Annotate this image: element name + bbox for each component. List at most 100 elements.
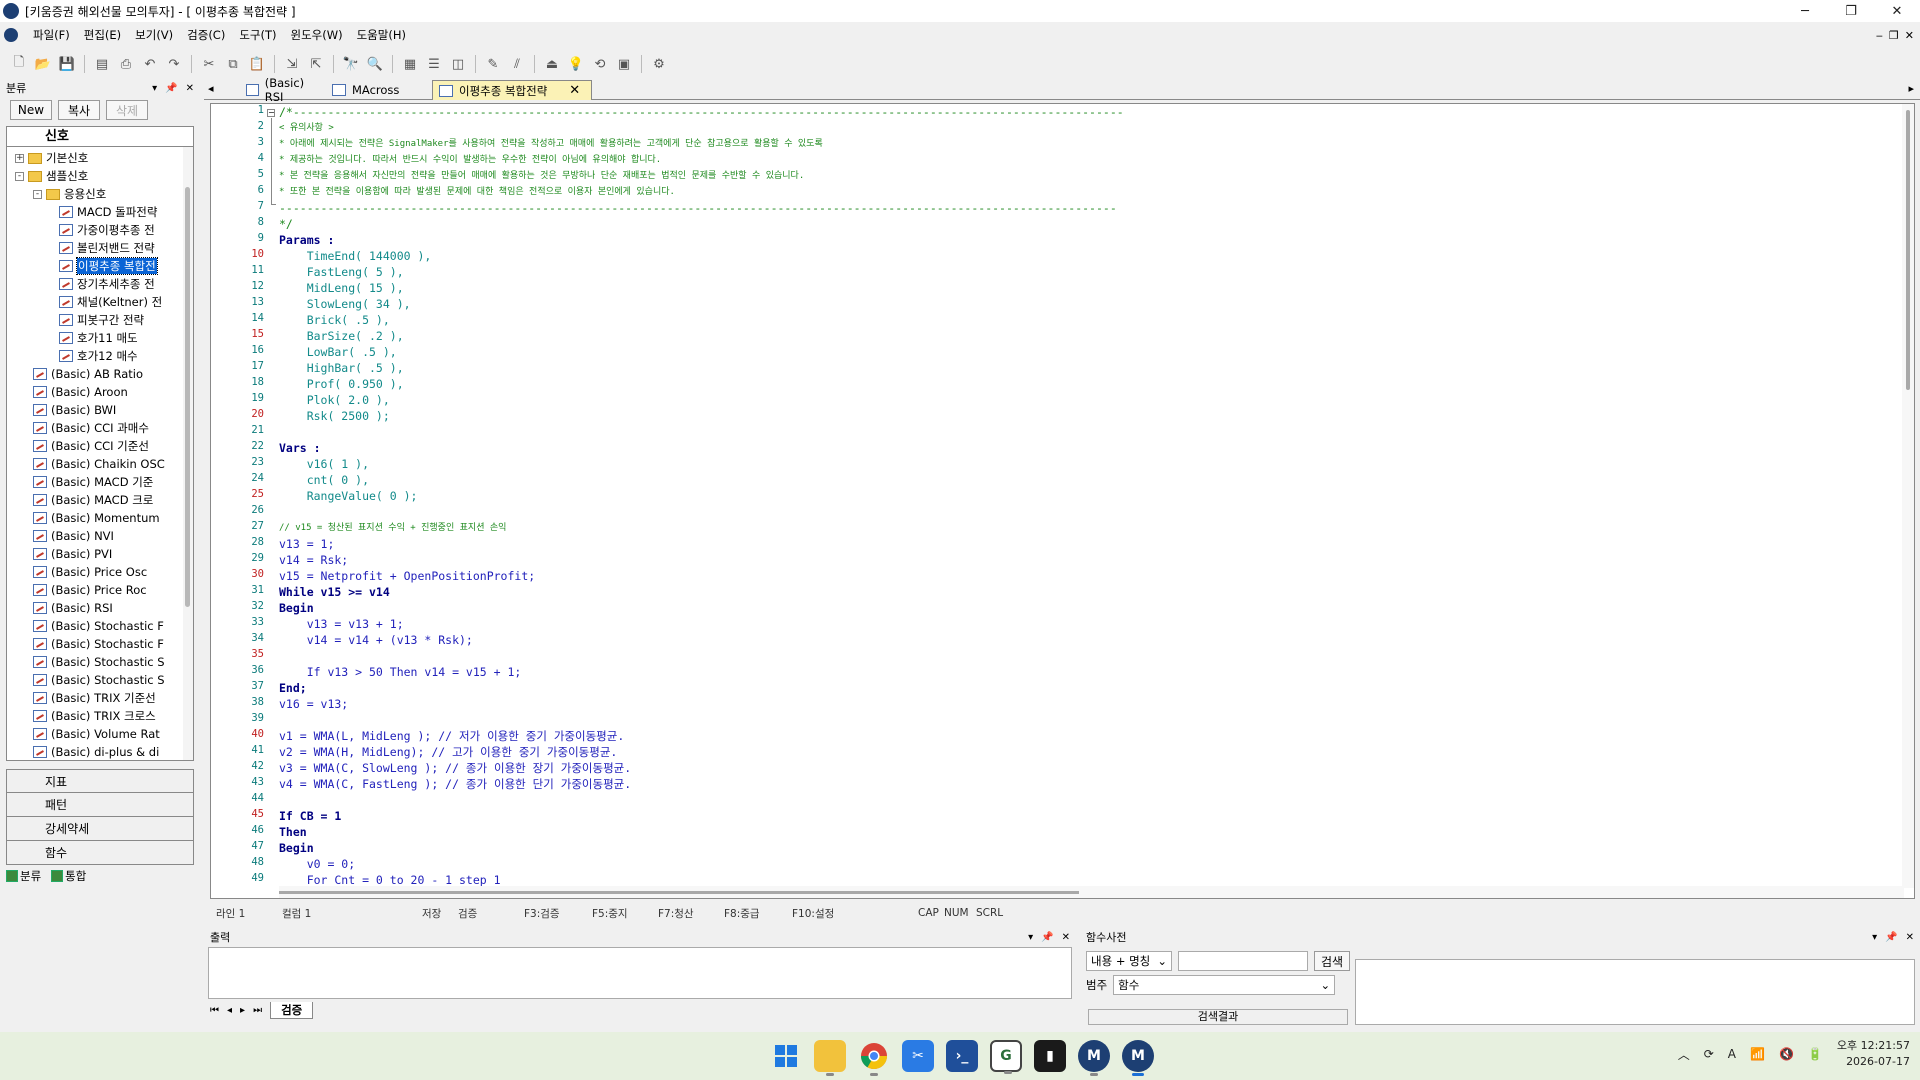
app-menu-icon[interactable] (4, 28, 18, 42)
code-line[interactable]: MidLeng( 15 ), (279, 280, 404, 296)
code-line[interactable]: v13 = v13 + 1; (279, 616, 404, 632)
tree-item[interactable]: 호가11 매도 (59, 329, 138, 347)
copy-button[interactable]: 복사 (58, 100, 100, 120)
tree-item[interactable]: (Basic) CCI 기준선 (33, 437, 149, 455)
print-preview-icon[interactable]: ▤ (91, 53, 113, 75)
panel-close-icon[interactable]: ✕ (186, 83, 194, 94)
code-line[interactable]: v13 = 1; (279, 536, 334, 552)
tree-item[interactable]: (Basic) di-plus & di (33, 743, 159, 760)
code-line[interactable]: Begin (279, 840, 314, 856)
export-icon[interactable]: ⇱ (305, 53, 327, 75)
panel-dropdown-icon[interactable]: ▾ (152, 83, 157, 94)
edit-pencil-icon[interactable]: ✎ (482, 53, 504, 75)
next-page-icon[interactable]: ▸ (240, 1005, 245, 1016)
category-bull-bear[interactable]: 강세약세 (6, 817, 194, 841)
funcdict-dropdown-icon[interactable]: ▾ (1872, 932, 1877, 943)
code-line[interactable]: SlowLeng( 34 ), (279, 296, 411, 312)
save-icon[interactable]: 💾 (56, 53, 78, 75)
code-line[interactable]: FastLeng( 5 ), (279, 264, 404, 280)
output-tab-verify[interactable]: 검증 (270, 1001, 314, 1019)
signal-section-header[interactable]: 신호 (6, 126, 194, 146)
code-line[interactable]: * 아래에 제시되는 전략은 SignalMaker를 사용하여 전략을 작성하… (279, 136, 823, 152)
funcdict-close-icon[interactable]: ✕ (1906, 932, 1914, 943)
mdi-restore-icon[interactable]: ❐ (1889, 29, 1899, 42)
tree-item[interactable]: 가중이평추종 전 (59, 221, 155, 239)
code-line[interactable]: v14 = Rsk; (279, 552, 348, 568)
import-icon[interactable]: ⇲ (281, 53, 303, 75)
panel-pin-icon[interactable]: 📌 (165, 83, 177, 94)
signalmaker-app-icon[interactable]: M (1122, 1040, 1154, 1076)
tree-item[interactable]: (Basic) Stochastic F (33, 617, 164, 635)
tree-item[interactable]: 이평추종 복합전 (59, 257, 158, 275)
tree-item[interactable]: (Basic) Stochastic S (33, 671, 165, 689)
tree-item[interactable]: (Basic) Chaikin OSC (33, 455, 165, 473)
output-text-area[interactable] (208, 947, 1072, 999)
code-line[interactable]: v15 = Netprofit + OpenPositionProfit; (279, 568, 535, 584)
tree-item[interactable]: (Basic) MACD 기준 (33, 473, 153, 491)
code-line[interactable]: v0 = 0; (279, 856, 355, 872)
code-line[interactable]: Plok( 2.0 ), (279, 392, 390, 408)
code-line[interactable]: Prof( 0.950 ), (279, 376, 404, 392)
sync-tray-icon[interactable]: ⟳ (1704, 1047, 1714, 1061)
code-line[interactable]: v4 = WMA(C, FastLeng ); // 종가 이용한 단기 가중이… (279, 776, 631, 792)
menu-tools[interactable]: 도구(T) (232, 27, 283, 43)
code-line[interactable]: // v15 = 청산된 표지션 수익 + 진행중인 표지션 손익 (279, 520, 506, 536)
window-split-icon[interactable]: ◫ (447, 53, 469, 75)
tray-overflow-icon[interactable]: ︿ (1678, 1046, 1690, 1063)
code-line[interactable]: Rsk( 2500 ); (279, 408, 390, 424)
function-search-input[interactable] (1178, 951, 1308, 971)
first-page-icon[interactable]: ⏮ (210, 1005, 219, 1016)
volume-icon[interactable]: 🔇 (1779, 1047, 1794, 1061)
g-app-icon[interactable]: G (990, 1040, 1022, 1074)
new-button[interactable]: New (10, 100, 52, 120)
tab-basic-rsi[interactable]: (Basic) RSI (240, 76, 320, 104)
start-windows-icon[interactable] (770, 1040, 802, 1072)
code-line[interactable]: */ (279, 216, 293, 232)
menu-verify[interactable]: 검증(C) (180, 27, 232, 43)
category-select[interactable]: 함수 ⌄ (1113, 975, 1336, 995)
tree-item[interactable]: 장기추세추종 전 (59, 275, 155, 293)
ime-language-indicator[interactable]: A (1728, 1047, 1736, 1061)
clock[interactable]: 오후 12:21:57 2026-07-17 (1837, 1038, 1910, 1070)
menu-edit[interactable]: 편집(E) (77, 27, 128, 43)
tree-item[interactable]: (Basic) TRIX 기준선 (33, 689, 156, 707)
snipping-tool-icon[interactable]: ✂ (902, 1040, 934, 1072)
file-explorer-icon[interactable] (814, 1040, 846, 1076)
tree-item[interactable]: (Basic) PVI (33, 545, 112, 563)
code-editor[interactable]: 1 2 3 4 5 6 7 8 9 10 11 12 13 14 15 16 17 18 19 20 21 22 23 24 2… (210, 103, 1915, 899)
code-line[interactable]: v16 = v13; (279, 696, 348, 712)
compile-icon[interactable]: ⏏ (541, 53, 563, 75)
collapse-icon[interactable]: - (33, 189, 42, 199)
editor-horizontal-scrollbar[interactable] (279, 886, 1904, 898)
run-icon[interactable]: ▣ (613, 53, 635, 75)
expand-icon[interactable]: + (15, 153, 24, 163)
code-line[interactable]: RangeValue( 0 ); (279, 488, 418, 504)
terminal-icon[interactable]: ▮ (1034, 1040, 1066, 1072)
tree-folder[interactable]: - 샘플신호 (15, 167, 88, 185)
close-tab-icon[interactable]: ✕ (569, 83, 580, 98)
code-line[interactable]: HighBar( .5 ), (279, 360, 404, 376)
undo-icon[interactable]: ↶ (139, 53, 161, 75)
menu-view[interactable]: 보기(V) (128, 27, 180, 43)
paste-icon[interactable]: 📋 (246, 53, 268, 75)
code-line[interactable]: v3 = WMA(C, SlowLeng ); // 종가 이용한 장기 가중이… (279, 760, 631, 776)
code-line[interactable]: < 유의사항 > (279, 120, 334, 136)
tree-item[interactable]: 볼린저밴드 전략 (59, 239, 155, 257)
code-line[interactable]: cnt( 0 ), (279, 472, 369, 488)
code-line[interactable]: BarSize( .2 ), (279, 328, 404, 344)
tab-scroll-right-icon[interactable]: ▸ (1908, 82, 1914, 95)
tree-item[interactable]: 피봇구간 전략 (59, 311, 144, 329)
code-line[interactable]: v1 = WMA(L, MidLeng ); // 저가 이용한 중기 가중이동… (279, 728, 624, 744)
last-page-icon[interactable]: ⏭ (253, 1005, 262, 1016)
function-description-area[interactable] (1355, 959, 1915, 1025)
editor-vertical-scrollbar[interactable] (1902, 104, 1914, 888)
code-area[interactable]: /*--------------------------------------… (279, 104, 1889, 888)
new-doc-icon[interactable]: 🗋 (8, 53, 30, 75)
category-pattern[interactable]: 패턴 (6, 793, 194, 817)
tree-scrollbar[interactable] (183, 147, 193, 760)
tree-item[interactable]: (Basic) Stochastic F (33, 635, 164, 653)
edit-double-pencil-icon[interactable]: ⫽ (506, 53, 528, 75)
find-replace-icon[interactable]: 🔍 (364, 53, 386, 75)
code-line[interactable]: v16( 1 ), (279, 456, 369, 472)
menu-window[interactable]: 윈도우(W) (284, 27, 350, 43)
